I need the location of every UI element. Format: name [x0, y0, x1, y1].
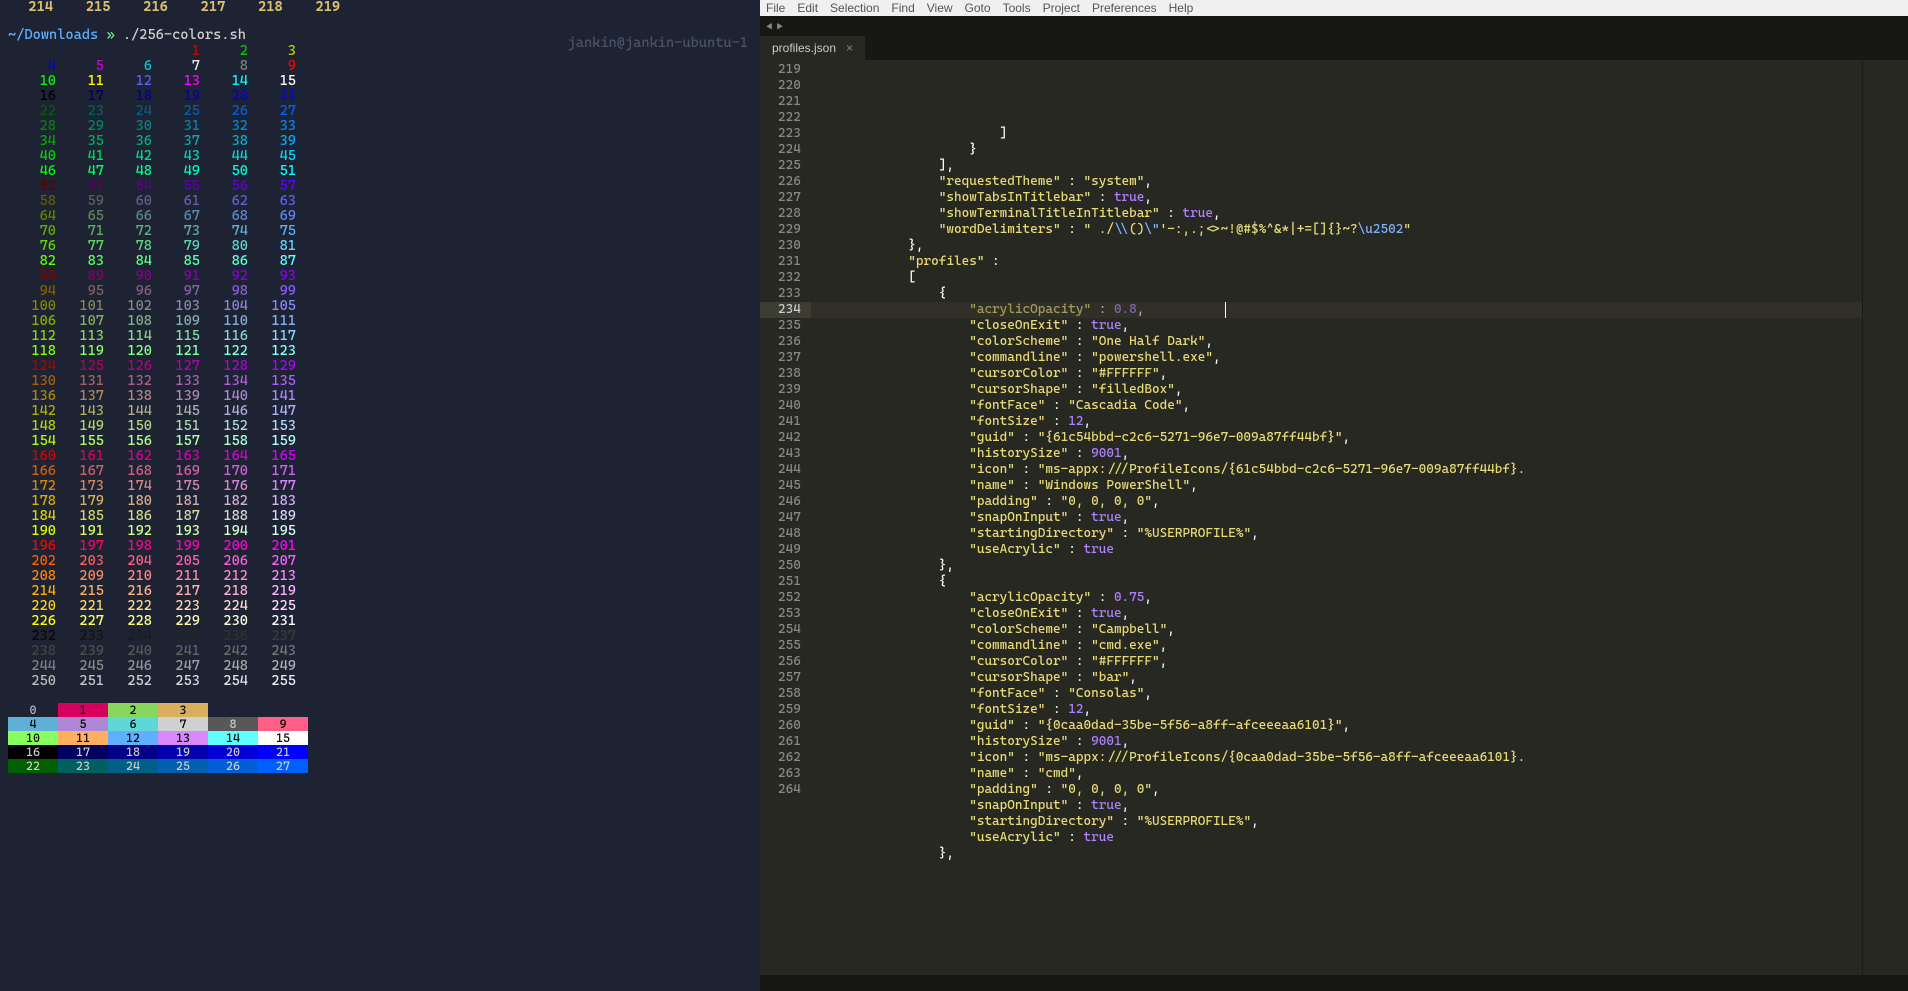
palette-cell: 20: [208, 745, 258, 759]
prompt-path: ~/Downloads: [8, 27, 98, 43]
line-gutter: 2192202212222232242252262272282292302312…: [760, 60, 811, 975]
prompt-symbol: »: [106, 27, 114, 43]
tab-profiles-json[interactable]: profiles.json ×: [760, 36, 866, 60]
menu-edit[interactable]: Edit: [797, 1, 818, 15]
prompt-command: ./256-colors.sh: [123, 27, 246, 43]
palette-cell: 1: [58, 703, 108, 717]
palette-cell: 17: [58, 745, 108, 759]
menu-project[interactable]: Project: [1043, 1, 1080, 15]
close-icon[interactable]: ×: [846, 41, 853, 55]
palette-cell: [308, 717, 358, 731]
palette-cell: 23: [58, 759, 108, 773]
status-bar: [760, 975, 1908, 991]
palette-cell: [208, 703, 258, 717]
palette-cell: [308, 731, 358, 745]
nav-bar[interactable]: ◀ ▶: [760, 16, 1908, 36]
palette-cell: 14: [208, 731, 258, 745]
palette-cell: 26: [208, 759, 258, 773]
palette-cell: [358, 717, 408, 731]
menu-view[interactable]: View: [927, 1, 953, 15]
menu-help[interactable]: Help: [1169, 1, 1194, 15]
tab-bar[interactable]: profiles.json ×: [760, 36, 1908, 60]
menu-preferences[interactable]: Preferences: [1092, 1, 1157, 15]
palette-cell: 2: [108, 703, 158, 717]
palette-cell: [358, 703, 408, 717]
menu-tools[interactable]: Tools: [1003, 1, 1031, 15]
palette-cell: 0: [8, 703, 58, 717]
menu-find[interactable]: Find: [891, 1, 914, 15]
tab-title: profiles.json: [772, 41, 836, 55]
palette-cell: 24: [108, 759, 158, 773]
palette-cell: [358, 731, 408, 745]
palette-cell: 8: [208, 717, 258, 731]
palette-cell: 6: [108, 717, 158, 731]
editor-body[interactable]: 2192202212222232242252262272282292302312…: [760, 60, 1908, 975]
palette-cell: 25: [158, 759, 208, 773]
palette-cell: 27: [258, 759, 308, 773]
palette-cell: 15: [258, 731, 308, 745]
text-cursor: [1225, 302, 1226, 318]
terminal-userhost: jankin@jankin-ubuntu-1: [568, 36, 748, 50]
palette-cell: [308, 759, 358, 773]
menu-goto[interactable]: Goto: [965, 1, 991, 15]
color-grid: 1234567891011121314151617181920212223242…: [8, 44, 752, 689]
palette-cell: 18: [108, 745, 158, 759]
menu-bar[interactable]: File Edit Selection Find View Goto Tools Projec…: [760, 0, 1908, 16]
palette-cell: 10: [8, 731, 58, 745]
palette-cell: 19: [158, 745, 208, 759]
editor-pane: File Edit Selection Find View Goto Tools Projec…: [760, 0, 1908, 991]
palette-cell: 3: [158, 703, 208, 717]
palette-cell: 9: [258, 717, 308, 731]
terminal-header-row: 214 215 216 217 218 219: [8, 0, 752, 14]
minimap[interactable]: [1862, 60, 1908, 975]
nav-fwd-icon[interactable]: ▶: [776, 20, 782, 33]
palette-cell: 22: [8, 759, 58, 773]
menu-file[interactable]: File: [766, 1, 785, 15]
palette-cell: 16: [8, 745, 58, 759]
palette-cell: 4: [8, 717, 58, 731]
palette-cell: 7: [158, 717, 208, 731]
palette-cell: [258, 703, 308, 717]
palette-cell: 13: [158, 731, 208, 745]
palette-cell: [308, 745, 358, 759]
menu-selection[interactable]: Selection: [830, 1, 879, 15]
terminal-pane[interactable]: 214 215 216 217 218 219 ~/Downloads » ./…: [0, 0, 760, 991]
palette-cell: 5: [58, 717, 108, 731]
bg-palette: 0123456789101112131415161718192021222324…: [8, 703, 752, 773]
palette-cell: 11: [58, 731, 108, 745]
palette-cell: 21: [258, 745, 308, 759]
palette-cell: [308, 703, 358, 717]
palette-cell: 12: [108, 731, 158, 745]
nav-back-icon[interactable]: ◀: [766, 20, 772, 33]
code-area[interactable]: ] } ], "requestedTheme" : "system", "sho…: [811, 60, 1862, 975]
